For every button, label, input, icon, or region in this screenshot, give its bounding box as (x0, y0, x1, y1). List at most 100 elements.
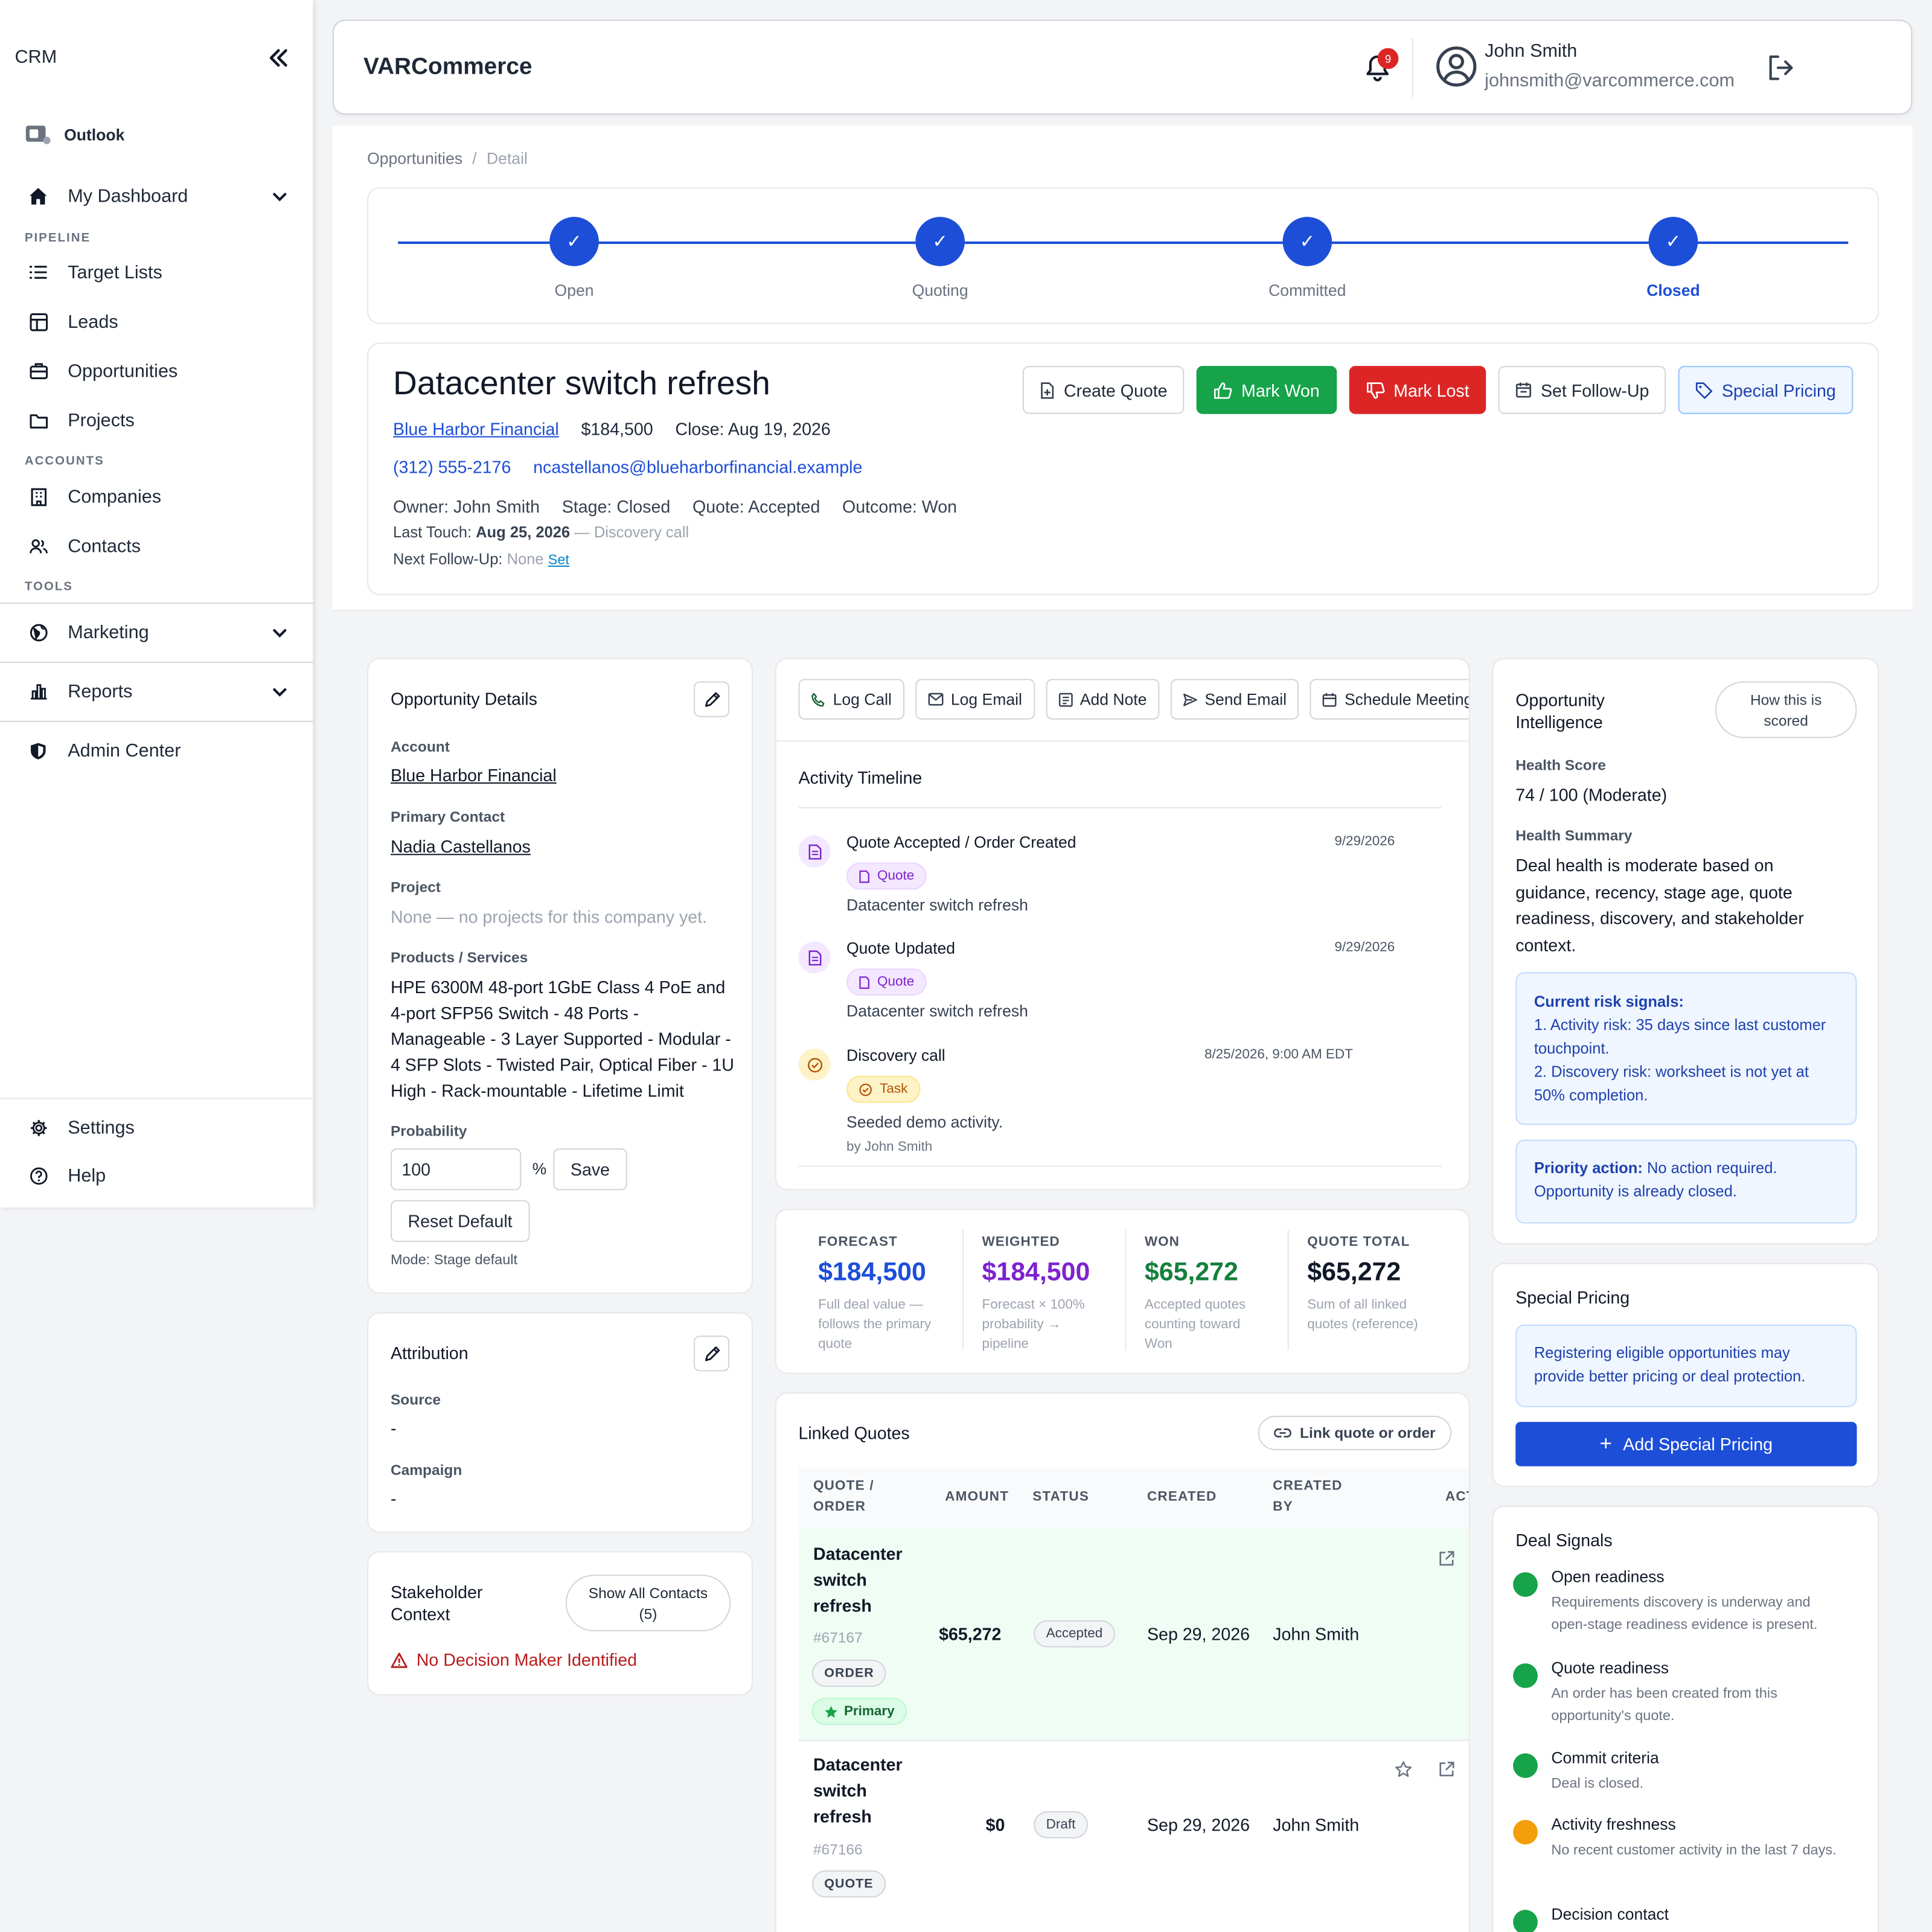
collapse-sidebar-icon[interactable] (266, 46, 291, 71)
stakeholder-context-card: Stakeholder Context Show All Contacts (5… (367, 1551, 753, 1696)
priority-label: Priority action: (1534, 1159, 1643, 1177)
mark-won-button[interactable]: Mark Won (1197, 366, 1337, 414)
button-label: Link quote or order (1300, 1424, 1436, 1442)
sidebar-item-admin-center[interactable]: Admin Center (27, 739, 293, 761)
table-icon (27, 310, 50, 333)
save-probability-button[interactable]: Save (553, 1148, 627, 1191)
signal-desc: Requirements discovery is underway and o… (1551, 1595, 1818, 1633)
sidebar-item-outlook[interactable]: Outlook (25, 123, 124, 146)
deal-signals-card: Deal Signals Open readiness Requirements… (1492, 1505, 1879, 1932)
percent-sign: % (532, 1159, 547, 1179)
chip-label: Quote (877, 974, 915, 990)
opportunity-meta: Blue Harbor Financial $184,500 Close: Au… (393, 419, 831, 439)
sidebar-item-opportunities[interactable]: Opportunities (27, 360, 293, 382)
open-external-icon[interactable] (1438, 1761, 1456, 1778)
file-icon (1040, 382, 1055, 399)
last-touch-date: Aug 25, 2026 (476, 523, 571, 541)
stage-quoting[interactable]: ✓ Quoting (866, 217, 1014, 299)
stage-closed[interactable]: ✓ Closed (1599, 217, 1747, 299)
decision-maker-warning: No Decision Maker Identified (391, 1649, 638, 1670)
metric-desc: Accepted quotes counting toward Won (1144, 1297, 1246, 1352)
metric-value: $65,272 (1144, 1258, 1238, 1287)
create-quote-button[interactable]: Create Quote (1023, 366, 1185, 414)
warning-text: No Decision Maker Identified (416, 1649, 638, 1670)
quote-name[interactable]: Datacenter switch refresh (813, 1752, 924, 1830)
priority-action-box: Priority action: No action required. Opp… (1515, 1139, 1857, 1224)
products-value: HPE 6300M 48-port 1GbE Class 4 PoE and 4… (390, 977, 734, 1101)
email-link[interactable]: ncastellanos@blueharborfinancial.example (533, 457, 862, 477)
note-icon (1058, 692, 1072, 706)
sidebar-item-reports[interactable]: Reports (27, 680, 293, 703)
schedule-meeting-button[interactable]: Schedule Meeting (1310, 679, 1469, 720)
star-outline-icon[interactable] (1395, 1761, 1412, 1778)
special-pricing-card: Special Pricing Registering eligible opp… (1492, 1262, 1879, 1488)
link-quote-button[interactable]: Link quote or order (1258, 1415, 1452, 1451)
sidebar-item-target-lists[interactable]: Target Lists (27, 261, 293, 284)
phone-icon (811, 692, 825, 706)
metric-label: QUOTE TOTAL (1307, 1234, 1410, 1250)
user-name: John Smith (1485, 40, 1578, 62)
home-icon (27, 185, 50, 207)
how-scored-button[interactable]: How this is scored (1715, 681, 1857, 738)
attribution-card: Attribution Source - Campaign - (367, 1312, 753, 1533)
log-call-button[interactable]: Log Call (798, 679, 904, 720)
sidebar-item-label: Projects (68, 409, 135, 431)
button-label: Send Email (1204, 689, 1287, 709)
sidebar-item-leads[interactable]: Leads (27, 310, 293, 333)
logout-icon[interactable] (1767, 54, 1794, 82)
sidebar-item-settings[interactable]: Settings (27, 1116, 293, 1139)
sidebar-item-dashboard[interactable]: My Dashboard (27, 185, 293, 207)
status-badge: Accepted (1034, 1620, 1115, 1648)
opportunity-header-panel: Opportunities / Detail ✓ Open ✓ Quoting ✓ … (333, 126, 1913, 612)
metric-desc: Full deal value — follows the primary qu… (818, 1297, 932, 1352)
stage-label: Open (554, 281, 594, 299)
briefcase-icon (27, 360, 50, 382)
breadcrumb-opportunities[interactable]: Opportunities (367, 149, 462, 168)
show-all-contacts-button[interactable]: Show All Contacts (5) (565, 1575, 731, 1632)
sidebar-item-companies[interactable]: Companies (27, 485, 293, 508)
user-avatar-icon[interactable] (1436, 46, 1477, 88)
set-followup-link[interactable]: Set (548, 553, 569, 568)
signal-desc: No recent customer activity in the last … (1551, 1843, 1837, 1858)
sidebar-item-label: Marketing (68, 621, 149, 643)
sidebar-item-projects[interactable]: Projects (27, 409, 293, 432)
phone-link[interactable]: (312) 555-2176 (393, 457, 511, 477)
add-note-button[interactable]: Add Note (1045, 679, 1159, 720)
stage-committed[interactable]: ✓ Committed (1233, 217, 1381, 299)
sidebar-section-pipeline: PIPELINE (24, 231, 91, 246)
probability-input[interactable]: 100 (390, 1148, 522, 1191)
chevron-down-icon (271, 187, 289, 205)
sidebar-section-accounts: ACCOUNTS (24, 455, 104, 469)
chip-label: Quote (877, 868, 915, 884)
account-link[interactable]: Blue Harbor Financial (391, 765, 557, 785)
account-link[interactable]: Blue Harbor Financial (393, 419, 559, 439)
risk-signals-box: Current risk signals: 1. Activity risk: … (1515, 972, 1857, 1125)
quote-name[interactable]: Datacenter switch refresh (813, 1541, 924, 1619)
special-pricing-button[interactable]: Special Pricing (1678, 366, 1854, 414)
document-icon (859, 976, 869, 988)
field-label: Source (390, 1391, 441, 1409)
status-dot (1513, 1663, 1538, 1688)
button-label: Mark Won (1241, 380, 1320, 400)
stage-open[interactable]: ✓ Open (501, 217, 648, 299)
card-title: Stakeholder Context (390, 1582, 483, 1624)
send-email-button[interactable]: Send Email (1170, 679, 1299, 720)
edit-pencil-icon[interactable] (693, 681, 730, 717)
user-email: johnsmith@varcommerce.com (1485, 70, 1735, 92)
sidebar-item-marketing[interactable]: Marketing (27, 621, 293, 644)
project-value: None — no projects for this company yet. (390, 907, 708, 927)
set-followup-button[interactable]: Set Follow-Up (1499, 366, 1666, 414)
card-title: Attribution (390, 1343, 469, 1363)
primary-contact-link[interactable]: Nadia Castellanos (391, 837, 531, 857)
button-label: Create Quote (1064, 380, 1168, 400)
owner-text: Owner: John Smith (393, 496, 540, 517)
log-email-button[interactable]: Log Email (915, 679, 1035, 720)
add-special-pricing-button[interactable]: + Add Special Pricing (1515, 1422, 1857, 1467)
sidebar-item-help[interactable]: Help (27, 1165, 293, 1187)
mark-lost-button[interactable]: Mark Lost (1349, 366, 1487, 414)
reset-default-button[interactable]: Reset Default (390, 1200, 530, 1243)
edit-pencil-icon[interactable] (693, 1335, 730, 1372)
breadcrumb: Opportunities / Detail (367, 149, 528, 168)
sidebar-item-contacts[interactable]: Contacts (27, 535, 293, 557)
open-external-icon[interactable] (1438, 1550, 1456, 1567)
